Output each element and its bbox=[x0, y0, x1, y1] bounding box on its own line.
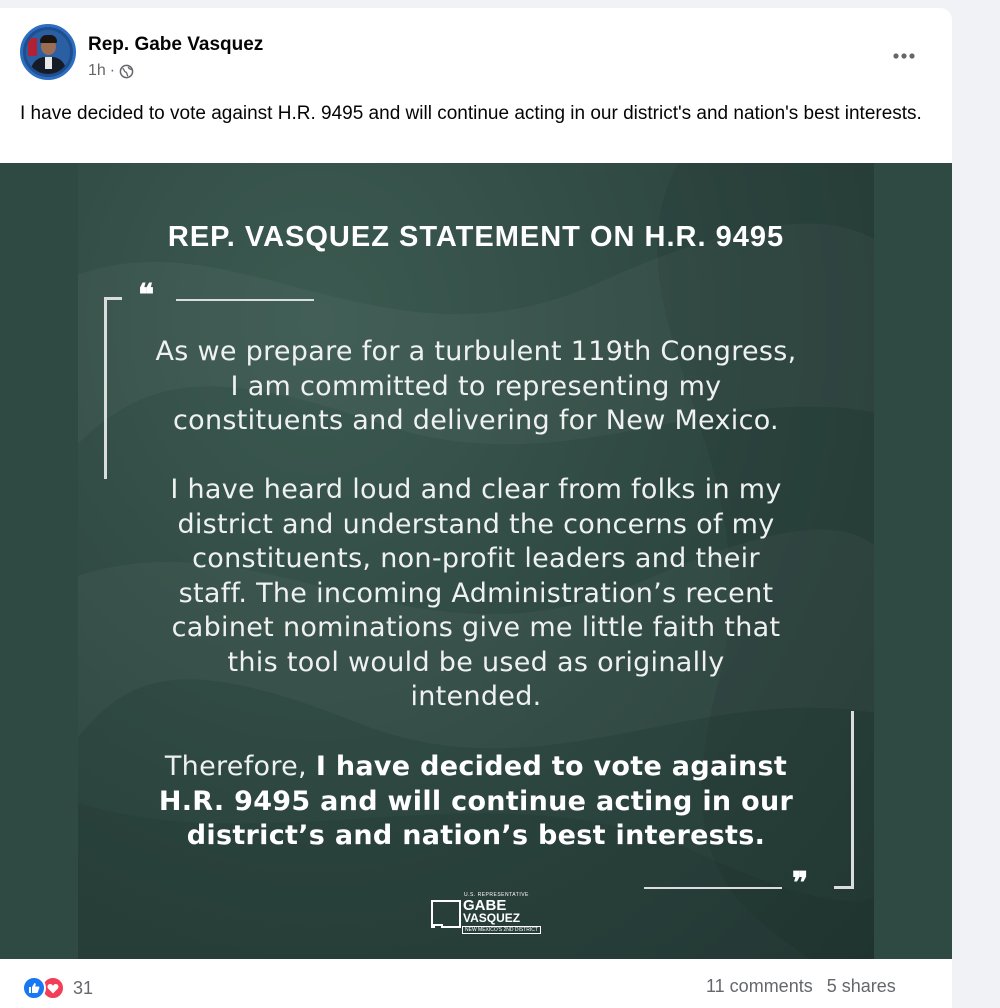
quote-frame-right bbox=[851, 711, 854, 887]
page-background bbox=[952, 0, 1000, 999]
new-mexico-outline-icon bbox=[431, 900, 461, 928]
statement-heading: REP. VASQUEZ STATEMENT ON H.R. 9495 bbox=[167, 221, 785, 253]
post-meta: 1h · bbox=[88, 62, 134, 80]
quote-frame-left bbox=[104, 297, 107, 479]
reaction-count: 31 bbox=[73, 977, 94, 998]
post-time[interactable]: 1h bbox=[88, 62, 106, 80]
like-reaction-icon bbox=[22, 976, 46, 1000]
quote-rule-bottom bbox=[644, 887, 782, 889]
quote-frame-left-top bbox=[104, 297, 122, 300]
quote-frame-right-bottom bbox=[834, 886, 854, 889]
gabe-vasquez-logo: U.S. REPRESENTATIVE GABE VASQUEZ NEW MEX… bbox=[428, 891, 541, 935]
reactions-summary[interactable]: 31 bbox=[22, 976, 93, 1000]
globe-icon[interactable] bbox=[119, 64, 134, 79]
meta-separator: · bbox=[109, 62, 116, 79]
more-options-icon[interactable] bbox=[886, 42, 922, 70]
statement-paragraph-3: Therefore, I have decided to vote agains… bbox=[158, 751, 794, 851]
statement-paragraph-2: I have heard loud and clear from folks i… bbox=[170, 474, 782, 712]
comments-link[interactable]: 11 comments bbox=[706, 976, 813, 996]
author-avatar[interactable] bbox=[20, 24, 76, 80]
open-quote-icon: ❝ bbox=[138, 278, 155, 313]
author-name[interactable]: Rep. Gabe Vasquez bbox=[88, 34, 263, 56]
post-image[interactable]: REP. VASQUEZ STATEMENT ON H.R. 9495 ❝ ❞ … bbox=[0, 163, 952, 959]
shares-link[interactable]: 5 shares bbox=[827, 976, 896, 996]
statement-graphic: REP. VASQUEZ STATEMENT ON H.R. 9495 ❝ ❞ … bbox=[78, 163, 874, 959]
statement-paragraph-1: As we prepare for a turbulent 119th Cong… bbox=[155, 336, 797, 436]
close-quote-icon: ❞ bbox=[792, 866, 809, 901]
post-text: I have decided to vote against H.R. 9495… bbox=[20, 103, 922, 124]
quote-rule-top bbox=[176, 299, 314, 301]
engagement-stats: 11 comments 5 shares bbox=[706, 976, 910, 997]
